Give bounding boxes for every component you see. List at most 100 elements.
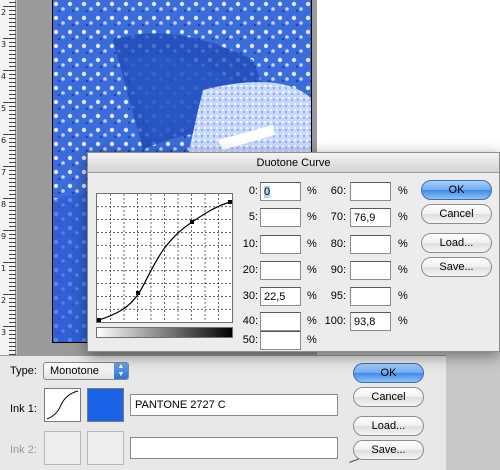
ruler-tick (9, 98, 16, 99)
field-95[interactable] (350, 287, 391, 306)
ruler-tick (9, 330, 16, 331)
field-label-40: 40: (242, 315, 258, 327)
pct-20: % (307, 264, 317, 276)
ruler-tick (9, 242, 16, 243)
ruler-tick (9, 190, 16, 191)
duotone-curve-dialog: Duotone Curve 0: 0 % 5: % 10: % 20: % 30… (87, 152, 500, 352)
ruler-tick (9, 182, 16, 183)
ruler-tick (9, 94, 16, 95)
ruler-label: 2 (1, 8, 7, 17)
pct-60: % (398, 185, 408, 197)
curve-svg (97, 194, 232, 322)
cancel-button[interactable]: Cancel (421, 204, 492, 224)
ruler-tick (9, 10, 16, 11)
ruler-tick (9, 246, 16, 247)
save-button[interactable]: Save... (421, 257, 492, 277)
ruler-tick (9, 178, 16, 179)
ruler-tick (9, 118, 16, 119)
load-button[interactable]: Load... (421, 233, 492, 253)
field-label-5: 5: (248, 211, 258, 223)
ruler-tick (9, 34, 16, 35)
field-0[interactable]: 0 (260, 182, 301, 201)
field-100[interactable]: 93,8 (350, 312, 391, 331)
ruler-tick (9, 86, 16, 87)
curve-point-70 (190, 220, 194, 224)
ruler-tick (9, 174, 16, 175)
ruler-tick (9, 282, 16, 283)
ruler-tick (9, 22, 16, 23)
field-40[interactable] (260, 312, 301, 331)
field-80[interactable] (350, 235, 391, 254)
type-popup[interactable]: Monotone ▲ ▼ (43, 362, 129, 380)
field-label-80: 80: (330, 238, 346, 250)
ruler-tick (3, 294, 16, 295)
ruler-tick (9, 270, 16, 271)
ruler-tick (3, 230, 16, 231)
ruler-tick (9, 82, 16, 83)
ruler-tick (9, 342, 16, 343)
field-label-100: 100: (324, 315, 346, 327)
ruler-tick (9, 66, 16, 67)
pct-100: % (398, 315, 408, 327)
ruler-label: 7 (1, 168, 7, 177)
field-label-90: 90: (330, 264, 346, 276)
ruler-tick (9, 278, 16, 279)
field-90[interactable] (350, 261, 391, 280)
ruler-tick (9, 314, 16, 315)
ruler-tick (9, 234, 16, 235)
vertical-ruler: 2 3 4 5 6 7 8 9 1 2 3 (0, 0, 16, 355)
ink1-curve-box[interactable] (44, 388, 81, 422)
ruler-tick (9, 306, 16, 307)
ruler-tick (9, 214, 16, 215)
field-label-30: 30: (242, 290, 258, 302)
options-save-button[interactable]: Save... (353, 440, 424, 460)
ruler-tick (9, 210, 16, 211)
ruler-label: 4 (1, 72, 7, 81)
ruler-tick (9, 254, 16, 255)
ink1-name-field[interactable]: PANTONE 2727 C (130, 394, 338, 416)
ruler-tick (9, 238, 16, 239)
options-cancel-button[interactable]: Cancel (353, 387, 424, 407)
ruler-tick (9, 310, 16, 311)
ruler-tick (9, 290, 16, 291)
ruler-tick (9, 222, 16, 223)
ink1-label: Ink 1: (10, 403, 37, 415)
field-20[interactable] (260, 261, 301, 280)
field-60[interactable] (350, 182, 391, 201)
field-50[interactable] (260, 331, 301, 350)
field-0-value: 0 (264, 186, 271, 198)
field-30[interactable]: 22,5 (260, 287, 301, 306)
field-5[interactable] (260, 208, 301, 227)
ruler-tick (9, 286, 16, 287)
ruler-tick (9, 226, 16, 227)
curve-graph[interactable] (96, 193, 233, 323)
options-load-button[interactable]: Load... (353, 416, 424, 436)
ruler-label: 9 (1, 232, 7, 241)
pct-30: % (307, 290, 317, 302)
mini-curve-icon (46, 390, 79, 420)
field-100-value: 93,8 (354, 316, 376, 328)
type-popup-value: Monotone (50, 365, 99, 377)
ruler-tick (9, 158, 16, 159)
ruler-tick (9, 146, 16, 147)
dialog-title: Duotone Curve (88, 153, 499, 173)
ruler-tick (9, 338, 16, 339)
ink2-name-field (130, 437, 338, 459)
ink2-curve-box (44, 431, 81, 465)
ok-button[interactable]: OK (421, 180, 492, 200)
ruler-tick (9, 78, 16, 79)
ruler-tick (9, 130, 16, 131)
ruler-tick (9, 150, 16, 151)
ink1-color-swatch[interactable] (87, 388, 124, 422)
options-ok-button[interactable]: OK (353, 363, 424, 383)
ruler-tick (9, 114, 16, 115)
field-70[interactable]: 76,9 (350, 208, 391, 227)
pct-80: % (398, 238, 408, 250)
field-10[interactable] (260, 235, 301, 254)
field-30-value: 22,5 (264, 291, 286, 303)
tone-gradient-bar (96, 327, 233, 338)
ruler-tick (3, 6, 16, 7)
duotone-options-panel: Type: Monotone ▲ ▼ Ink 1: PANTONE 2727 C … (0, 355, 446, 470)
ruler-tick (9, 206, 16, 207)
ruler-tick (9, 62, 16, 63)
